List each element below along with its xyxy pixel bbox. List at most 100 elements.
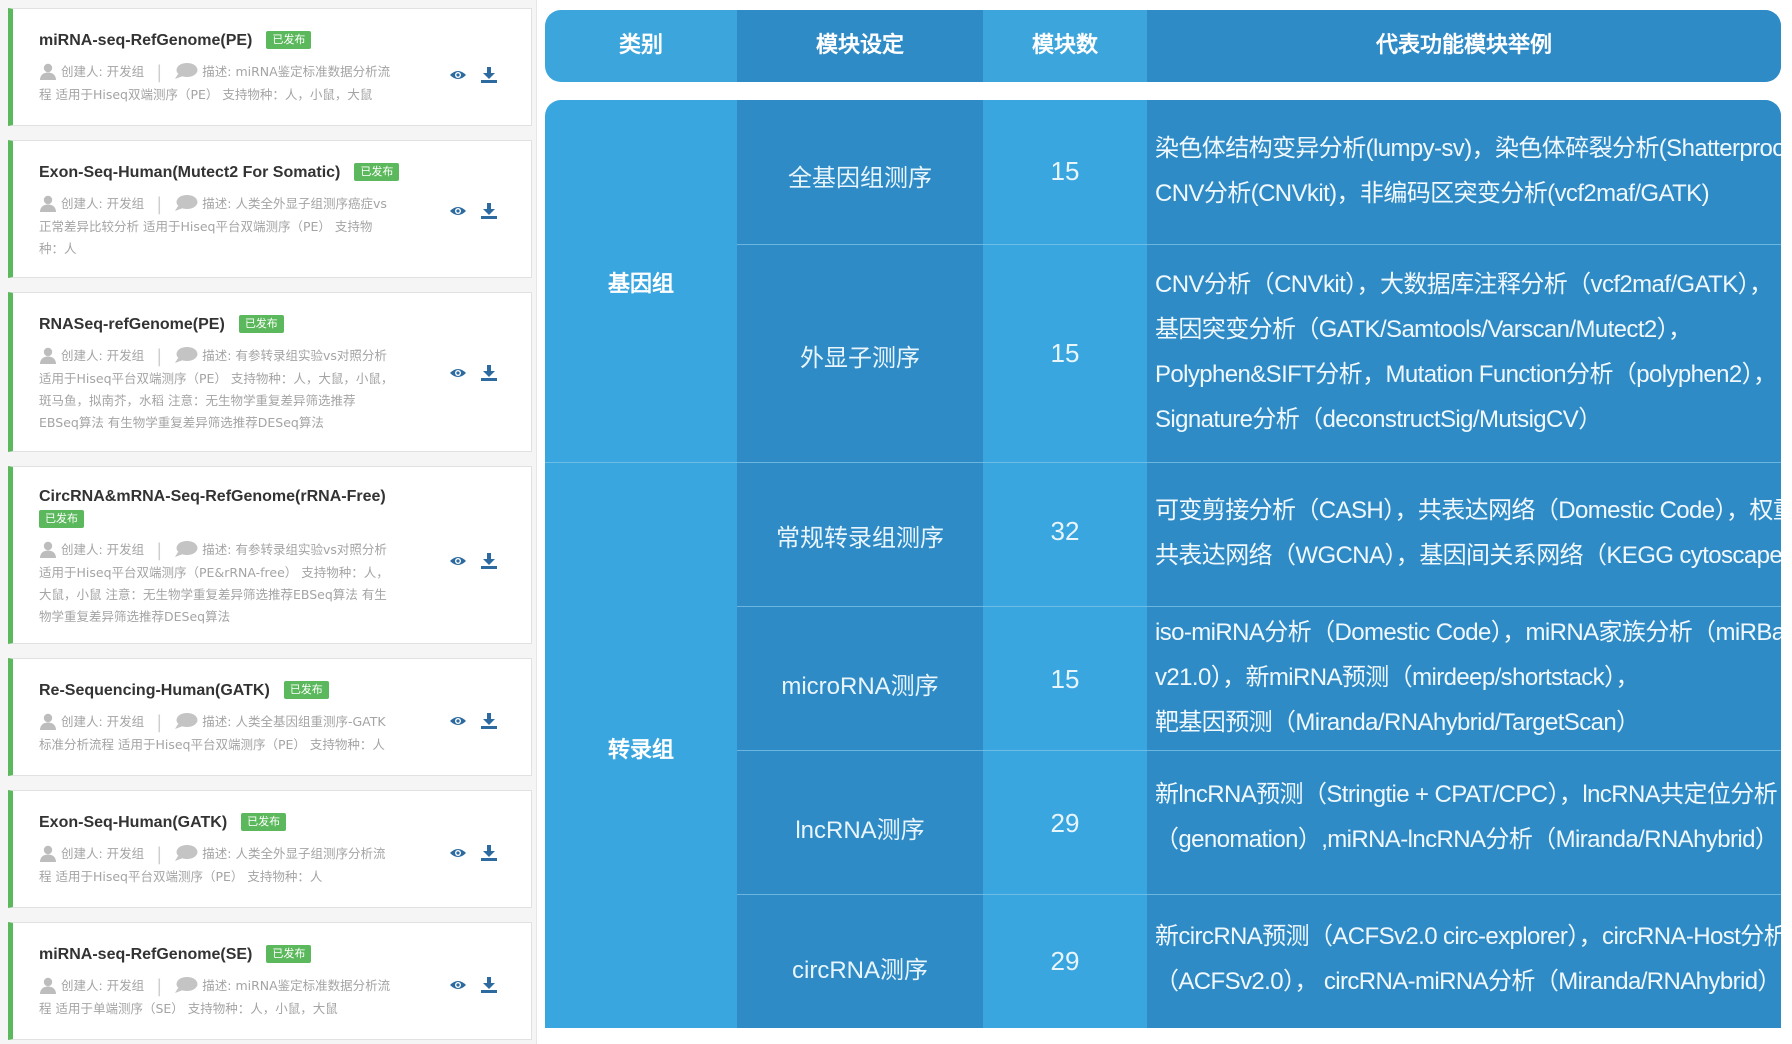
description-line: 程 适用于单端测序（SE） 支持物种：人，小鼠，大鼠 <box>39 1001 338 1016</box>
table-header: 类别 模块设定 模块数 代表功能模块举例 <box>545 10 1781 82</box>
creator-text: 创建人: 开发组 <box>61 348 145 363</box>
module-count: 29 <box>1050 808 1080 838</box>
module-name: circRNA测序 <box>792 957 928 984</box>
status-badge: 已发布 <box>354 163 400 181</box>
creator-text: 创建人: 开发组 <box>61 846 145 861</box>
module-table-panel: 类别 模块设定 模块数 代表功能模块举例 基因组 转录组 全基因组测序 15 染… <box>537 0 1792 1044</box>
module-name: 外显子测序 <box>800 345 920 372</box>
pipeline-meta: 创建人: 开发组 | 描述: 人类全外显子组测序癌症vs 正常差异比较分析 适用于H… <box>39 194 387 256</box>
pipeline-card[interactable]: RNASeq-refGenome(PE) 已发布 创建人: 开发组 | 描述: 有参转… <box>8 292 532 452</box>
chat-bubble-icon <box>175 347 198 363</box>
module-examples: 新circRNA预测（ACFSv2.0 circ-explorer），circR… <box>1155 923 1781 995</box>
module-name: microRNA测序 <box>781 673 939 700</box>
download-icon[interactable] <box>481 977 497 993</box>
description-line: 种：人 <box>39 241 77 256</box>
description-line: 描述: 有参转录组实验vs对照分析 <box>202 542 387 557</box>
category-genome: 基因组 <box>607 272 674 297</box>
eye-icon[interactable] <box>449 713 467 729</box>
module-examples: iso-miRNA分析（Domestic Code），miRNA家族分析（miR… <box>1155 619 1781 736</box>
header-module: 模块设定 <box>815 33 904 58</box>
description-line: 描述: miRNA鉴定标准数据分析流 <box>202 978 391 993</box>
status-badge: 已发布 <box>266 945 312 963</box>
eye-icon[interactable] <box>449 203 467 219</box>
user-icon <box>40 713 56 730</box>
download-icon[interactable] <box>481 203 497 219</box>
creator-text: 创建人: 开发组 <box>61 978 145 993</box>
pipeline-card[interactable]: miRNA-seq-RefGenome(SE) 已发布 创建人: 开发组 | 描述: … <box>8 922 532 1040</box>
user-icon <box>40 347 56 364</box>
pipeline-card[interactable]: Exon-Seq-Human(Mutect2 For Somatic) 已发布 创… <box>8 140 532 278</box>
pipeline-card[interactable]: CircRNA&mRNA-Seq-RefGenome(rRNA-Free) 已发… <box>8 466 532 644</box>
user-icon <box>40 195 56 212</box>
module-examples: 新lncRNA预测（Stringtie + CPAT/CPC），lncRNA共定… <box>1155 781 1779 853</box>
user-icon <box>40 541 56 558</box>
creator-text: 创建人: 开发组 <box>61 196 145 211</box>
module-count: 15 <box>1050 338 1080 368</box>
header-examples: 代表功能模块举例 <box>1375 33 1552 58</box>
module-examples: 可变剪接分析（CASH），共表达网络（Domestic Code），权重 共表达… <box>1155 497 1781 569</box>
module-count: 15 <box>1050 156 1080 186</box>
status-badge: 已发布 <box>283 681 329 699</box>
module-count: 32 <box>1050 516 1080 546</box>
description-line: 斑马鱼，拟南芥，水稻 注意：无生物学重复差异筛选推荐 <box>39 393 356 408</box>
pipeline-title: CircRNA&mRNA-Seq-RefGenome(rRNA-Free) <box>39 488 386 505</box>
pipeline-title: miRNA-seq-RefGenome(PE) <box>39 32 253 49</box>
pipeline-meta: 创建人: 开发组 | 描述: 有参转录组实验vs对照分析 适用于Hiseq平台双端测… <box>39 346 394 430</box>
pipeline-card[interactable]: miRNA-seq-RefGenome(PE) 已发布 创建人: 开发组 | 描述: … <box>8 8 532 126</box>
chat-bubble-icon <box>175 713 198 729</box>
pipeline-card[interactable]: Exon-Seq-Human(GATK) 已发布 创建人: 开发组 | 描述: 人类全… <box>8 790 532 908</box>
creator-text: 创建人: 开发组 <box>61 64 145 79</box>
header-count: 模块数 <box>1031 33 1098 58</box>
eye-icon[interactable] <box>449 365 467 381</box>
user-icon <box>40 977 56 994</box>
description-line: 标准分析流程 适用于Hiseq平台双端测序（PE） 支持物种：人 <box>39 737 385 752</box>
pipeline-meta: 创建人: 开发组 | 描述: 人类全外显子组测序分析流 程 适用于Hiseq平台双端… <box>39 844 386 884</box>
module-examples: CNV分析（CNVkit），大数据库注释分析（vcf2maf/GATK）， 基因… <box>1155 271 1777 433</box>
pipeline-meta: 创建人: 开发组 | 描述: 有参转录组实验vs对照分析 适用于Hiseq平台双端测… <box>39 540 389 624</box>
status-badge: 已发布 <box>238 315 284 333</box>
description-line: 描述: 有参转录组实验vs对照分析 <box>202 348 387 363</box>
pipeline-title: Exon-Seq-Human(Mutect2 For Somatic) <box>39 164 341 181</box>
download-icon[interactable] <box>481 365 497 381</box>
pipeline-meta: 创建人: 开发组 | 描述: miRNA鉴定标准数据分析流 程 适用于Hiseq双端… <box>39 62 391 102</box>
eye-icon[interactable] <box>449 845 467 861</box>
pipeline-title: Re-Sequencing-Human(GATK) <box>39 682 270 699</box>
table-body: 基因组 转录组 全基因组测序 15 染色体结构变异分析(lumpy-sv)，染色… <box>545 100 1781 1028</box>
module-name: lncRNA测序 <box>795 817 925 844</box>
module-name: 全基因组测序 <box>788 165 932 192</box>
user-icon <box>40 63 56 80</box>
chat-bubble-icon <box>175 195 198 211</box>
description-line: 大鼠，小鼠 注意：无生物学重复差异筛选推荐EBSeq算法 有生 <box>39 587 387 602</box>
creator-text: 创建人: 开发组 <box>61 542 145 557</box>
creator-text: 创建人: 开发组 <box>61 714 145 729</box>
download-icon[interactable] <box>481 845 497 861</box>
chat-bubble-icon <box>175 977 198 993</box>
description-line: EBSeq算法 有生物学重复差异筛选推荐DESeq算法 <box>39 415 324 430</box>
eye-icon[interactable] <box>449 977 467 993</box>
description-line: 描述: 人类全外显子组测序分析流 <box>202 846 386 861</box>
eye-icon[interactable] <box>449 67 467 83</box>
category-transcriptome: 转录组 <box>607 738 674 763</box>
download-icon[interactable] <box>481 713 497 729</box>
module-examples: 染色体结构变异分析(lumpy-sv)，染色体碎裂分析(Shatterproof… <box>1155 135 1781 207</box>
module-count: 29 <box>1050 946 1080 976</box>
download-icon[interactable] <box>481 553 497 569</box>
status-badge: 已发布 <box>266 31 312 49</box>
description-line: 适用于Hiseq平台双端测序（PE） 支持物种：人，大鼠，小鼠， <box>39 371 394 386</box>
pipeline-title: Exon-Seq-Human(GATK) <box>39 814 228 831</box>
chat-bubble-icon <box>175 845 198 861</box>
pipeline-title: RNASeq-refGenome(PE) <box>39 316 225 333</box>
chat-bubble-icon <box>175 541 198 557</box>
download-icon[interactable] <box>481 67 497 83</box>
description-line: 程 适用于Hiseq双端测序（PE） 支持物种：人，小鼠，大鼠 <box>39 87 373 102</box>
description-line: 正常差异比较分析 适用于Hiseq平台双端测序（PE） 支持物 <box>39 219 373 234</box>
pipeline-title: miRNA-seq-RefGenome(SE) <box>39 946 253 963</box>
status-badge: 已发布 <box>241 813 287 831</box>
pipeline-card[interactable]: Re-Sequencing-Human(GATK) 已发布 创建人: 开发组 | 描述… <box>8 658 532 776</box>
user-icon <box>40 845 56 862</box>
chat-bubble-icon <box>175 63 198 79</box>
pipeline-list: miRNA-seq-RefGenome(PE) 已发布 创建人: 开发组 | 描述: … <box>0 0 536 1044</box>
eye-icon[interactable] <box>449 553 467 569</box>
description-line: 描述: 人类全基因组重测序-GATK <box>202 714 386 729</box>
status-badge: 已发布 <box>39 510 84 528</box>
